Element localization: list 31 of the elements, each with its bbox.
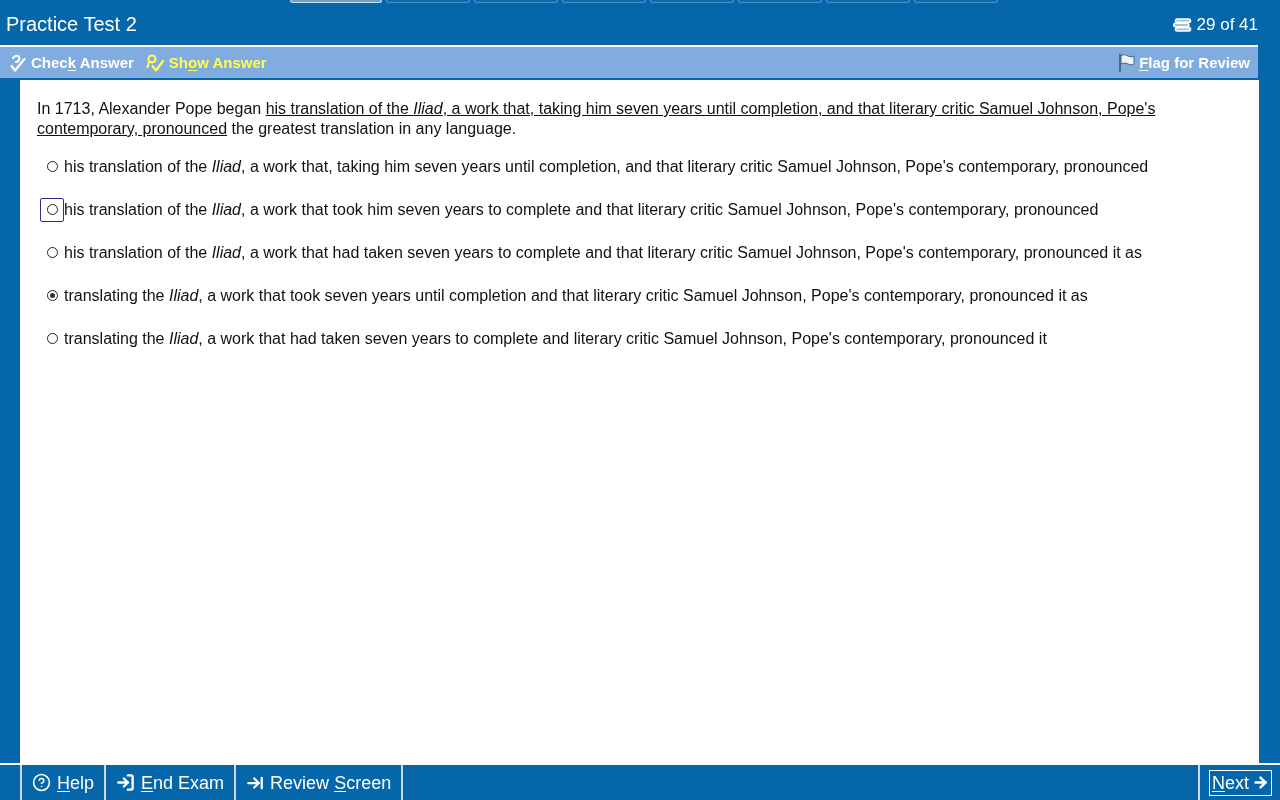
- stack-icon: [1172, 17, 1192, 32]
- tab-stub[interactable]: [826, 0, 910, 3]
- window-title: Practice Test 2: [6, 14, 137, 34]
- check-question-icon: [10, 53, 26, 72]
- tab-stub[interactable]: [914, 0, 998, 3]
- tab-stub[interactable]: [474, 0, 558, 3]
- tab-stub[interactable]: [738, 0, 822, 3]
- tab-stub[interactable]: [562, 0, 646, 3]
- answer-option-text[interactable]: his translation of the Iliad, a work that, taking him seven years until completion, and that literary critic Samuel Johnson, Pope's contemporary, pronounced: [64, 156, 1149, 177]
- next-button[interactable]: Next: [1209, 769, 1272, 796]
- question-text: In 1713, Alexander Pope began his translation of the Iliad, a work that, taking him seven years until completion, and that literary critic Samuel Johnson, Pope's contemporary, pronounced the greatest translation in any language.: [37, 99, 1157, 139]
- radio-button[interactable]: [46, 161, 58, 172]
- answer-option-text[interactable]: translating the Iliad, a work that took seven years until completion and that literary critic Samuel Johnson, Pope's contemporary, pronounced it as: [64, 285, 1088, 306]
- radio-button[interactable]: [46, 247, 58, 258]
- arrow-into-bracket-icon: [116, 773, 136, 792]
- flag-icon: [1117, 53, 1136, 72]
- answer-option-text[interactable]: translating the Iliad, a work that had taken seven years to complete and literary critic Samuel Johnson, Pope's contemporary, pronounced it: [64, 328, 1047, 349]
- answer-option-text[interactable]: his translation of the Iliad, a work that had taken seven years to complete and that literary critic Samuel Johnson, Pope's contemporary, pronounced it as: [64, 242, 1142, 263]
- arrow-right-icon: [1252, 774, 1269, 791]
- radio-button[interactable]: [46, 290, 58, 301]
- radio-button[interactable]: [46, 204, 58, 215]
- end-exam-button[interactable]: End Exam: [104, 765, 235, 800]
- help-button[interactable]: Help: [20, 765, 105, 800]
- question-counter: 29 of 41: [1196, 16, 1258, 33]
- review-screen-button[interactable]: Review Screen: [234, 765, 404, 800]
- tab-stub[interactable]: [386, 0, 470, 3]
- answer-option-text[interactable]: his translation of the Iliad, a work that took him seven years to complete and that literary critic Samuel Johnson, Pope's contemporary, pronounced: [64, 199, 1099, 220]
- help-icon: [32, 773, 51, 792]
- loop-check-icon: [145, 53, 164, 72]
- radio-button[interactable]: [46, 333, 58, 344]
- tab-stub[interactable]: [650, 0, 734, 3]
